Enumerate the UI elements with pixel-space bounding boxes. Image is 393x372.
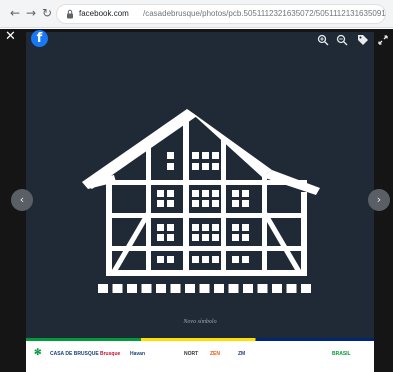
foundation-block — [301, 284, 311, 293]
foundation-block — [170, 284, 181, 293]
photo: Novo símbolo ✻ CASA DE BRUSQUE Brusque H… — [26, 32, 374, 372]
window-pane — [192, 163, 199, 170]
foundation-block — [214, 284, 224, 293]
window-pane — [202, 200, 209, 207]
window-pane — [157, 256, 164, 263]
window-pane — [192, 234, 199, 241]
zoom-in-icon[interactable] — [317, 34, 329, 46]
sponsor-logo: Havan — [130, 351, 146, 357]
photo-caption: Novo símbolo — [183, 319, 217, 325]
window-pane — [157, 224, 164, 231]
window-pane — [212, 163, 219, 170]
window-pane — [167, 152, 174, 159]
house-logo-graphic — [82, 109, 320, 293]
sponsor-logo: NORT — [184, 351, 199, 357]
facebook-logo[interactable]: f — [31, 30, 48, 47]
foundation-block — [199, 284, 210, 293]
foundation-block — [98, 284, 108, 293]
fullscreen-icon[interactable] — [377, 34, 389, 46]
foundation-block — [243, 284, 253, 293]
window-pane — [157, 200, 164, 207]
photo-viewer: Novo símbolo ✻ CASA DE BRUSQUE Brusque H… — [0, 29, 393, 372]
window-pane — [212, 234, 219, 241]
zoom-out-icon[interactable] — [336, 34, 348, 46]
forward-arrow-icon[interactable]: → — [24, 6, 38, 20]
window-pane — [232, 256, 239, 263]
window-pane — [232, 224, 239, 231]
window-pane — [202, 190, 209, 197]
window-pane — [212, 224, 219, 231]
window-pane — [167, 163, 174, 170]
window-pane — [167, 256, 174, 263]
address-bar[interactable]: facebook.com /casadebrusque/photos/pcb.5… — [56, 4, 386, 24]
window-pane — [192, 256, 199, 263]
sponsor-logo: CASA DE BRUSQUE — [50, 351, 99, 357]
foundation-block — [257, 284, 268, 293]
foundation-block — [127, 284, 137, 293]
sponsor-logo: Brusque — [100, 351, 121, 357]
window-pane — [242, 200, 249, 207]
window-pane — [202, 234, 209, 241]
reload-icon[interactable]: ↻ — [40, 6, 54, 20]
sponsor-strip: ✻ CASA DE BRUSQUE Brusque Havan NORT ZEN… — [26, 338, 374, 372]
window-pane — [212, 256, 219, 263]
tag-icon[interactable] — [357, 34, 369, 46]
window-pane — [212, 190, 219, 197]
url-host: facebook.com — [79, 9, 129, 18]
foundation-block — [141, 284, 152, 293]
foundation-block — [272, 284, 282, 293]
browser-toolbar: ← → ↻ facebook.com /casadebrusque/photos… — [0, 0, 393, 28]
window-pane — [202, 163, 209, 170]
star-icon: ✻ — [34, 347, 42, 357]
window-pane — [192, 190, 199, 197]
foundation-block — [112, 284, 123, 293]
previous-photo-button[interactable]: ‹ — [11, 189, 33, 211]
window-pane — [167, 190, 174, 197]
sponsor-logo: BRASIL — [332, 351, 351, 357]
window-pane — [202, 152, 209, 159]
window-pane — [242, 224, 249, 231]
window-pane — [202, 224, 209, 231]
window-pane — [232, 190, 239, 197]
back-arrow-icon[interactable]: ← — [8, 6, 22, 20]
window-pane — [157, 190, 164, 197]
window-pane — [192, 224, 199, 231]
foundation-block — [156, 284, 166, 293]
window-pane — [242, 190, 249, 197]
window-pane — [242, 234, 249, 241]
window-pane — [202, 256, 209, 263]
foundation-block — [185, 284, 195, 293]
screenshot: ← → ↻ facebook.com /casadebrusque/photos… — [0, 0, 393, 372]
close-icon[interactable]: ✕ — [5, 30, 17, 44]
sponsor-logo: ZEN — [210, 351, 220, 357]
window-pane — [232, 200, 239, 207]
window-pane — [192, 152, 199, 159]
window-pane — [242, 256, 249, 263]
window-pane — [167, 224, 174, 231]
window-pane — [157, 234, 164, 241]
sponsor-logo: ZM — [238, 351, 246, 357]
window-pane — [232, 234, 239, 241]
window-pane — [212, 200, 219, 207]
window-pane — [167, 234, 174, 241]
foundation-block — [228, 284, 239, 293]
window-pane — [167, 200, 174, 207]
next-photo-button[interactable]: › — [368, 189, 390, 211]
window-pane — [192, 200, 199, 207]
url-path: /casadebrusque/photos/pcb.50511123216350… — [143, 9, 386, 18]
foundation-block — [286, 284, 297, 293]
window-pane — [212, 152, 219, 159]
lock-icon — [67, 9, 73, 19]
